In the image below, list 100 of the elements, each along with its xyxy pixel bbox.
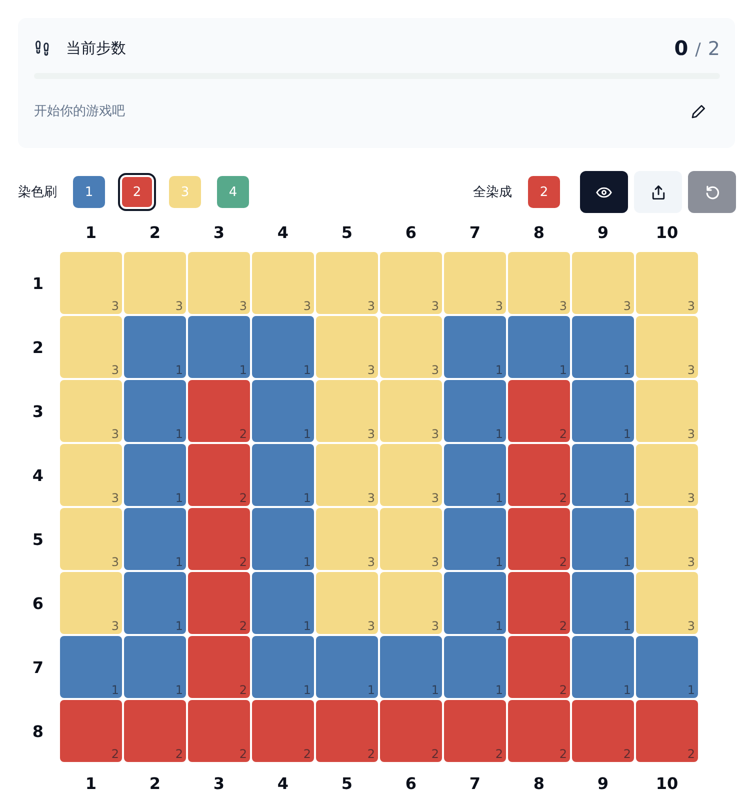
board-cell[interactable]: 3: [636, 316, 698, 378]
board-cell[interactable]: 1: [60, 636, 122, 698]
board-cell[interactable]: 1: [572, 572, 634, 634]
board-cell[interactable]: 1: [444, 636, 506, 698]
board-cell[interactable]: 3: [636, 252, 698, 314]
board-cell[interactable]: 1: [572, 508, 634, 570]
board-cell[interactable]: 2: [380, 700, 442, 762]
board-cell[interactable]: 1: [124, 636, 186, 698]
board-cell[interactable]: 3: [636, 444, 698, 506]
board-cell[interactable]: 1: [252, 316, 314, 378]
row-number: 2: [32, 338, 44, 356]
board-cell[interactable]: 3: [636, 572, 698, 634]
board-cell[interactable]: 3: [252, 252, 314, 314]
board-cell[interactable]: 3: [508, 252, 570, 314]
row-number: 7: [32, 658, 44, 676]
board-cell[interactable]: 1: [252, 380, 314, 442]
board-cell[interactable]: 1: [124, 444, 186, 506]
board-cell[interactable]: 2: [444, 700, 506, 762]
board-cell[interactable]: 3: [636, 508, 698, 570]
board-cell[interactable]: 2: [188, 636, 250, 698]
board-cell[interactable]: 3: [380, 444, 442, 506]
board-cell[interactable]: 2: [188, 380, 250, 442]
board-cell[interactable]: 2: [508, 444, 570, 506]
board-cell[interactable]: 1: [252, 444, 314, 506]
column-number: 3: [213, 774, 225, 792]
board-cell[interactable]: 2: [60, 700, 122, 762]
row-number: 5: [32, 530, 44, 548]
board-cell[interactable]: 3: [60, 444, 122, 506]
board-cell[interactable]: 1: [508, 316, 570, 378]
board-cell[interactable]: 3: [636, 380, 698, 442]
brush-swatch[interactable]: 4: [217, 176, 249, 208]
column-number: 4: [277, 222, 289, 242]
board-cell[interactable]: 1: [572, 444, 634, 506]
board-cell[interactable]: 3: [60, 316, 122, 378]
board-cell[interactable]: 1: [252, 572, 314, 634]
board-cell[interactable]: 2: [252, 700, 314, 762]
board-cell[interactable]: 3: [380, 316, 442, 378]
board-cell[interactable]: 2: [124, 700, 186, 762]
column-number: 9: [597, 774, 609, 792]
board-cell[interactable]: 1: [444, 380, 506, 442]
view-button[interactable]: [580, 171, 628, 213]
board-cell[interactable]: 3: [316, 380, 378, 442]
board-cell[interactable]: 1: [316, 636, 378, 698]
board-cell[interactable]: 3: [60, 572, 122, 634]
board-cell[interactable]: 3: [444, 252, 506, 314]
board-cell[interactable]: 2: [508, 572, 570, 634]
board-cell[interactable]: 2: [636, 700, 698, 762]
fill-all-label: 全染成: [473, 184, 512, 201]
board-cell[interactable]: 3: [380, 380, 442, 442]
board-cell[interactable]: 1: [124, 380, 186, 442]
board-cell[interactable]: 1: [636, 636, 698, 698]
board-cell[interactable]: 1: [572, 316, 634, 378]
board-cell[interactable]: 1: [444, 572, 506, 634]
board-cell[interactable]: 1: [252, 636, 314, 698]
board-cell[interactable]: 2: [188, 572, 250, 634]
board-cell[interactable]: 3: [60, 508, 122, 570]
board-cell[interactable]: 1: [572, 380, 634, 442]
board-cell[interactable]: 2: [316, 700, 378, 762]
board-cell[interactable]: 1: [444, 316, 506, 378]
board-cell[interactable]: 2: [188, 444, 250, 506]
column-number: 3: [213, 222, 225, 242]
share-button[interactable]: [634, 171, 682, 213]
board-cell[interactable]: 2: [508, 636, 570, 698]
board-cell[interactable]: 2: [572, 700, 634, 762]
column-number: 2: [149, 222, 161, 242]
board-cell[interactable]: 3: [188, 252, 250, 314]
board-cell[interactable]: 2: [188, 508, 250, 570]
brush-swatch[interactable]: 2: [118, 173, 156, 211]
board-cell[interactable]: 1: [252, 508, 314, 570]
board-cell[interactable]: 1: [380, 636, 442, 698]
board-cell[interactable]: 3: [60, 380, 122, 442]
board-cell[interactable]: 3: [572, 252, 634, 314]
board-cell[interactable]: 3: [380, 252, 442, 314]
board-cell[interactable]: 1: [124, 572, 186, 634]
board-cell[interactable]: 1: [124, 316, 186, 378]
board-cell[interactable]: 1: [188, 316, 250, 378]
board-cell[interactable]: 3: [316, 508, 378, 570]
board-cell[interactable]: 2: [188, 700, 250, 762]
board-cell[interactable]: 3: [316, 572, 378, 634]
board-cell[interactable]: 3: [316, 316, 378, 378]
column-number: 7: [469, 222, 481, 242]
fill-all-swatch[interactable]: 2: [528, 176, 560, 208]
brush-swatch[interactable]: 3: [169, 176, 201, 208]
column-number: 6: [405, 774, 417, 792]
board-cell[interactable]: 1: [444, 508, 506, 570]
board-cell[interactable]: 3: [380, 572, 442, 634]
board-cell[interactable]: 2: [508, 508, 570, 570]
board-cell[interactable]: 1: [572, 636, 634, 698]
brush-swatch[interactable]: 1: [73, 176, 105, 208]
board-cell[interactable]: 1: [124, 508, 186, 570]
board-cell[interactable]: 3: [316, 252, 378, 314]
board-cell[interactable]: 3: [380, 508, 442, 570]
pencil-icon: [691, 104, 706, 118]
board-cell[interactable]: 2: [508, 700, 570, 762]
brush-label: 染色刷: [18, 184, 57, 201]
board-cell[interactable]: 2: [508, 380, 570, 442]
board-cell[interactable]: 3: [124, 252, 186, 314]
board-cell[interactable]: 1: [444, 444, 506, 506]
board-cell[interactable]: 3: [60, 252, 122, 314]
board-cell[interactable]: 3: [316, 444, 378, 506]
